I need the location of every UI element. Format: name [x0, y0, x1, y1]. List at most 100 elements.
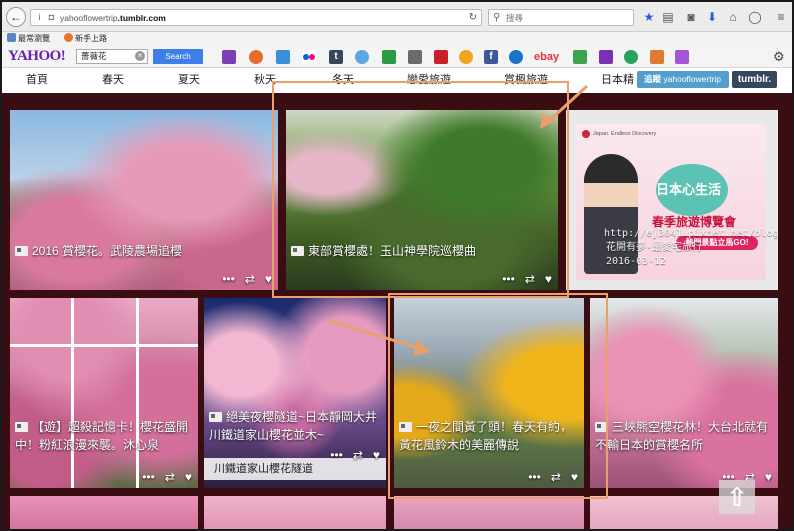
more-icon[interactable]: •••: [528, 470, 541, 484]
reload-icon[interactable]: ↻: [469, 11, 477, 25]
post-image[interactable]: [286, 110, 558, 290]
post-image[interactable]: [10, 298, 198, 488]
facebook-icon[interactable]: f: [484, 50, 498, 64]
post-title: 【遊】超殺記憶卡！櫻花盛開中！粉紅浪漫來襲。沐心泉: [15, 420, 189, 452]
menu-icon[interactable]: ≡: [774, 10, 788, 24]
menu-maple-travel[interactable]: 賞楓旅遊: [504, 73, 548, 87]
home-icon[interactable]: ⌂: [726, 10, 740, 24]
more-icon[interactable]: •••: [502, 272, 515, 286]
post-card[interactable]: 絕美夜櫻隧道~日本靜岡大井川鐵道家山櫻花並木~ 川鐵道家山櫻花隧道 ••• ⇄ ♥: [204, 298, 386, 488]
post-card[interactable]: [394, 496, 584, 529]
post-caption[interactable]: 東部賞櫻處！玉山神學院巡櫻曲: [286, 242, 558, 260]
post-card[interactable]: [10, 496, 198, 529]
reblog-icon[interactable]: ⇄: [245, 272, 255, 286]
tumblr-logo-button[interactable]: tumblr.: [732, 71, 777, 88]
reblog-icon[interactable]: ⇄: [551, 470, 561, 484]
reblog-icon[interactable]: ⇄: [353, 448, 363, 462]
download-icon[interactable]: ⬇: [705, 10, 719, 24]
heart-icon[interactable]: ♥: [373, 448, 380, 462]
post-image[interactable]: [10, 110, 278, 290]
menu-summer[interactable]: 夏天: [178, 73, 200, 87]
menu-home[interactable]: 首頁: [26, 73, 48, 87]
photo-icon: [15, 246, 28, 256]
menu-winter[interactable]: 冬天: [332, 73, 354, 87]
heart-icon[interactable]: ♥: [265, 272, 272, 286]
post-actions: ••• ⇄ ♥: [330, 448, 380, 462]
post-caption[interactable]: 絕美夜櫻隧道~日本靜岡大井川鐵道家山櫻花並木~: [204, 408, 386, 444]
tag-icon[interactable]: [573, 50, 587, 64]
shopping-icon[interactable]: [624, 50, 638, 64]
clear-icon[interactable]: ×: [135, 51, 145, 61]
yahoo-search-button[interactable]: Search: [153, 49, 203, 64]
gear-icon[interactable]: ⚙: [773, 50, 785, 64]
firefox-icon: [64, 33, 73, 42]
post-caption[interactable]: 【遊】超殺記憶卡！櫻花盛開中！粉紅浪漫來襲。沐心泉: [10, 418, 198, 454]
pocket-icon[interactable]: ◙: [684, 10, 698, 24]
ad-card[interactable]: Japan. Endless Discovery 日本心生活 春季旅遊博覽會 熱…: [566, 110, 778, 290]
menu-autumn[interactable]: 秋天: [254, 73, 276, 87]
yahoo-search-input[interactable]: 薔薇花 ×: [76, 49, 148, 64]
browser-search-input[interactable]: ⚲ 搜尋: [488, 9, 634, 26]
post-card[interactable]: 2016 賞櫻花。武陵農場追櫻 ••• ⇄ ♥: [10, 110, 278, 290]
photo-icon: [15, 422, 28, 432]
chat-icon[interactable]: ◯: [748, 10, 762, 24]
more-icon[interactable]: •••: [142, 470, 155, 484]
menu-japan[interactable]: 日本精: [601, 73, 634, 87]
clipboard-icon[interactable]: ▤: [661, 10, 675, 24]
address-bar[interactable]: i ◘ yahooflowertrip.tumblr.com ↻: [30, 9, 482, 26]
blog-menu: 首頁 春天 夏天 秋天 冬天 戀愛旅遊 賞楓旅遊 日本精 追蹤 yahooflo…: [2, 68, 792, 93]
menu-love-travel[interactable]: 戀愛旅遊: [407, 73, 451, 87]
yahoo-toolbar: YAHOO! 薔薇花 × Search t f ebay ⚙: [2, 46, 792, 68]
bookmark-most-visited[interactable]: 最常瀏覽: [7, 33, 50, 45]
back-to-top-button[interactable]: ⇧: [719, 480, 755, 514]
post-image[interactable]: [394, 298, 584, 488]
ad-title: 日本心生活: [656, 182, 722, 197]
flickr-icon[interactable]: [302, 50, 316, 64]
bookmark-label: 最常瀏覽: [18, 34, 50, 43]
menu-spring[interactable]: 春天: [102, 73, 124, 87]
reblog-icon[interactable]: ⇄: [165, 470, 175, 484]
finance-icon[interactable]: [276, 50, 290, 64]
bookmark-getting-started[interactable]: 新手上路: [64, 33, 107, 45]
post-caption[interactable]: 三峽熊空櫻花林！大台北就有不輸日本的賞櫻名所: [590, 418, 778, 454]
heart-icon[interactable]: ♥: [571, 470, 578, 484]
calendar-icon[interactable]: [408, 50, 422, 64]
bookmark-ribbon-icon[interactable]: [434, 50, 448, 64]
sports-icon[interactable]: [249, 50, 263, 64]
video-icon[interactable]: [599, 50, 613, 64]
news-icon[interactable]: [382, 50, 396, 64]
more-icon[interactable]: •••: [330, 448, 343, 462]
heart-icon[interactable]: ♥: [545, 272, 552, 286]
ad-banner[interactable]: Japan. Endless Discovery 日本心生活 春季旅遊博覽會 熱…: [576, 124, 766, 280]
post-card[interactable]: 一夜之間黃了頭！春天有約，黃花風鈴木的美麗傳說 ••• ⇄ ♥: [394, 298, 584, 488]
reblog-icon[interactable]: ⇄: [525, 272, 535, 286]
shield-icon[interactable]: ◘: [46, 12, 57, 23]
back-button[interactable]: ←: [6, 7, 26, 27]
info-icon[interactable]: i: [34, 12, 45, 23]
play-icon[interactable]: [509, 50, 523, 64]
ebay-icon[interactable]: ebay: [534, 50, 560, 64]
tumblr-page: 首頁 春天 夏天 秋天 冬天 戀愛旅遊 賞楓旅遊 日本精 追蹤 yahooflo…: [2, 68, 792, 529]
post-caption[interactable]: 2016 賞櫻花。武陵農場追櫻: [10, 242, 278, 260]
games-icon[interactable]: [650, 50, 664, 64]
post-card[interactable]: 【遊】超殺記憶卡！櫻花盛開中！粉紅浪漫來襲。沐心泉 ••• ⇄ ♥: [10, 298, 198, 488]
add-app-icon[interactable]: [675, 50, 689, 64]
post-actions: ••• ⇄ ♥: [528, 470, 578, 484]
post-caption[interactable]: 一夜之間黃了頭！春天有約，黃花風鈴木的美麗傳說: [394, 418, 584, 454]
bookmark-star-icon[interactable]: ★: [642, 10, 656, 24]
sun-icon[interactable]: [459, 50, 473, 64]
tumblr-icon[interactable]: t: [329, 50, 343, 64]
yahoo-logo[interactable]: YAHOO!: [8, 48, 66, 65]
weather-icon[interactable]: [355, 50, 369, 64]
heart-icon[interactable]: ♥: [765, 470, 772, 484]
post-image[interactable]: [590, 298, 778, 488]
post-card[interactable]: 東部賞櫻處！玉山神學院巡櫻曲 ••• ⇄ ♥: [286, 110, 558, 290]
post-title: 2016 賞櫻花。武陵農場追櫻: [32, 244, 183, 258]
heart-icon[interactable]: ♥: [185, 470, 192, 484]
follow-button[interactable]: 追蹤 yahooflowertrip: [637, 71, 729, 88]
post-card[interactable]: [204, 496, 386, 529]
post-title: 東部賞櫻處！玉山神學院巡櫻曲: [308, 244, 477, 258]
post-card[interactable]: 三峽熊空櫻花林！大台北就有不輸日本的賞櫻名所 ••• ⇄ ♥: [590, 298, 778, 488]
more-icon[interactable]: •••: [222, 272, 235, 286]
mail-icon[interactable]: [222, 50, 236, 64]
